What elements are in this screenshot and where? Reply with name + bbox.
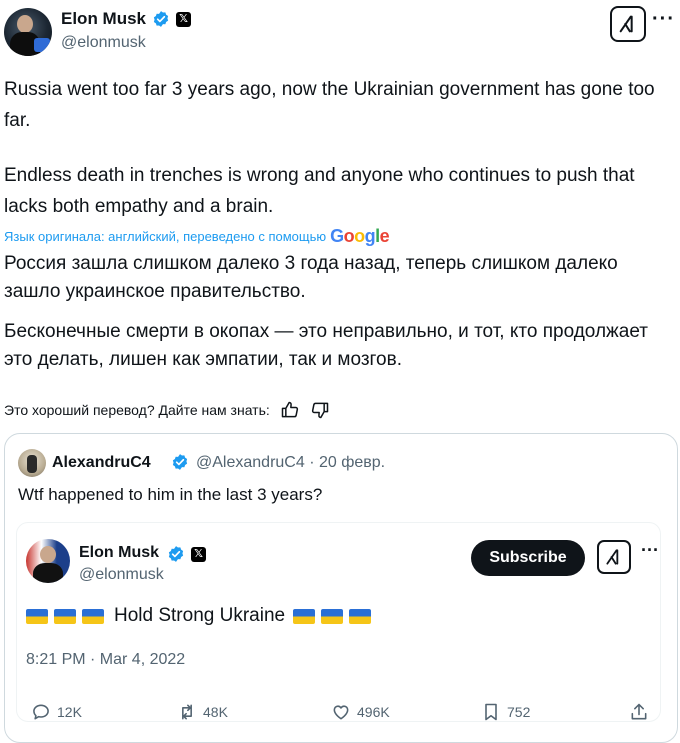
bookmark-action: 752: [481, 702, 530, 722]
thumbs-down-icon[interactable]: [310, 400, 330, 420]
ukraine-flag-icon: [26, 608, 48, 624]
ukraine-flag-icon: [349, 608, 372, 624]
translation-note[interactable]: Язык оригинала: английский, переведено с…: [4, 226, 390, 247]
heart-icon: [333, 705, 349, 720]
translated-text-paragraph-2: Бесконечные смерти в окопах — это неправ…: [4, 321, 648, 370]
verified-badge-icon: [153, 11, 169, 27]
repost-count: 48K: [203, 704, 228, 720]
ukraine-flag-icon: [321, 608, 344, 624]
post-text-paragraph-1: Russia went too far 3 years ago, now the…: [4, 79, 655, 131]
quote-text: Wtf happened to him in the last 3 years?: [18, 485, 323, 504]
author-name[interactable]: Elon Musk: [61, 9, 146, 29]
translation-note-text: Язык оригинала: английский, переведено с…: [4, 229, 327, 244]
bookmark-count: 752: [507, 704, 531, 720]
embedded-author-avatar: [26, 539, 70, 583]
grok-button[interactable]: [610, 6, 646, 42]
post-text-paragraph-2: Endless death in trenches is wrong and a…: [4, 165, 635, 217]
thumbs-up-icon[interactable]: [280, 400, 300, 420]
like-count: 496K: [357, 704, 390, 720]
embedded-post-timestamp: 8:21 PM · Mar 4, 2022: [26, 651, 186, 668]
like-action: 496K: [331, 702, 390, 722]
translation-feedback: Это хороший перевод? Дайте нам знать:: [4, 400, 330, 420]
embedded-author-handle: @elonmusk: [79, 566, 164, 583]
feedback-prompt: Это хороший перевод? Дайте нам знать:: [4, 402, 270, 418]
embedded-post-text-content: Hold Strong Ukraine: [114, 605, 286, 626]
embedded-post-text: Hold Strong Ukraine: [26, 605, 373, 627]
share-icon: [631, 703, 647, 720]
grok-icon: [619, 15, 633, 33]
verified-badge-icon: [172, 454, 188, 470]
author-avatar[interactable]: [4, 8, 52, 56]
verified-badge-icon: [168, 546, 184, 562]
embedded-grok-button: [597, 540, 631, 574]
share-action: [629, 702, 649, 722]
repost-action: 48K: [177, 702, 228, 722]
quote-author-avatar[interactable]: [18, 449, 46, 477]
bookmark-icon: [485, 703, 497, 721]
reply-action: 12K: [31, 702, 82, 722]
embedded-action-bar: 12K 48K 496K 752: [5, 702, 679, 732]
quote-author-meta: @AlexandruC4 · 20 февр.: [196, 454, 386, 471]
quoted-post[interactable]: AlexandruC4 @AlexandruC4 · 20 февр. Wtf …: [4, 433, 678, 743]
more-icon: ···: [641, 540, 659, 560]
subscribe-button: Subscribe: [471, 540, 585, 576]
quote-author-name[interactable]: AlexandruC4: [52, 454, 151, 472]
ukraine-flag-icon: [54, 608, 76, 624]
reply-count: 12K: [57, 704, 82, 720]
embedded-post-image: Elon Musk 𝕏 @elonmusk Subscribe ··· Hold…: [16, 522, 661, 722]
google-logo: Google: [330, 226, 390, 246]
ukraine-flag-icon: [293, 608, 316, 624]
grok-icon: [606, 549, 619, 565]
embedded-author-name: Elon Musk: [79, 544, 160, 561]
more-icon[interactable]: ···: [652, 8, 675, 31]
repost-icon: [182, 704, 192, 720]
x-logo-icon: 𝕏: [191, 547, 206, 562]
post-header: Elon Musk 𝕏 @elonmusk ···: [0, 0, 680, 64]
reply-icon: [33, 704, 49, 720]
x-logo-icon: 𝕏: [176, 12, 191, 27]
ukraine-flag-icon: [82, 608, 104, 624]
author-handle[interactable]: @elonmusk: [61, 34, 146, 52]
translated-text-paragraph-1: Россия зашла слишком далеко 3 года назад…: [4, 253, 618, 302]
